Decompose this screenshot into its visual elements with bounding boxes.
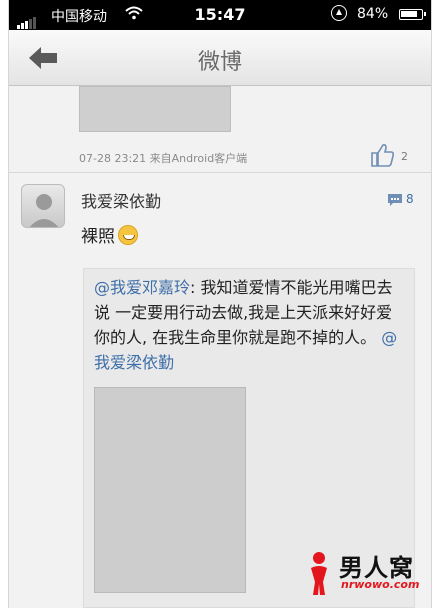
previous-post: 07-28 23:21 来自Android客户端 2	[9, 86, 431, 173]
like-button[interactable]	[369, 142, 395, 168]
site-watermark: 男人窝 nrwowo.com	[305, 548, 431, 598]
phone-screen: 中国移动 15:47 84% 微博 07-28 23:21 来自Android客…	[8, 0, 432, 608]
nav-bar: 微博	[9, 30, 431, 86]
avatar[interactable]	[21, 184, 65, 228]
orientation-lock-icon	[331, 5, 347, 21]
post-text: 裸照	[81, 222, 138, 247]
battery-icon	[399, 9, 426, 20]
thumbs-up-icon	[371, 144, 395, 167]
comment-icon	[388, 194, 402, 206]
like-count: 2	[401, 150, 408, 163]
grinning-emoji-icon	[118, 225, 138, 245]
previous-post-image[interactable]	[79, 86, 231, 132]
battery-percent: 84%	[357, 6, 389, 22]
post-meta: 07-28 23:21 来自Android客户端	[79, 152, 248, 165]
figure-logo-icon	[311, 552, 327, 595]
post-body: 裸照	[81, 227, 115, 247]
repost-text: @我爱邓嘉玲: 我知道爱情不能光用嘴巴去说 一定要用行动去做,我是上天派来好好爱…	[94, 275, 406, 375]
username[interactable]: 我爱梁依勤	[81, 188, 161, 212]
status-bar: 中国移动 15:47 84%	[9, 0, 431, 30]
comment-button[interactable]: 8	[387, 192, 414, 211]
mention-link[interactable]: @我爱邓嘉玲	[94, 278, 190, 297]
user-avatar-icon	[29, 194, 59, 227]
image-placeholder[interactable]	[94, 387, 246, 593]
page-title: 微博	[197, 50, 242, 75]
watermark-url: nrwowo.com	[341, 578, 420, 591]
comment-count: 8	[406, 192, 414, 206]
weibo-post: 我爱梁依勤 8 裸照 @我爱邓嘉玲: 我知道爱情不能光用嘴巴去说 一定要用行动去…	[9, 172, 431, 608]
